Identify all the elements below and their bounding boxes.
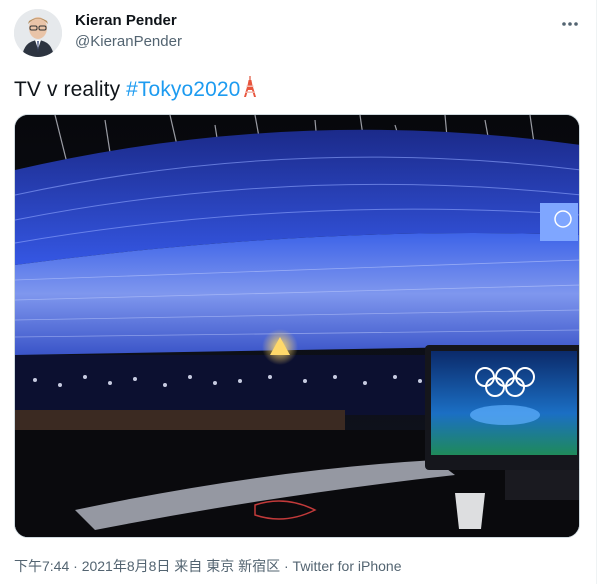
tweet-text: TV v reality #Tokyo2020 [14, 76, 258, 104]
tweet-media-photo[interactable] [14, 114, 580, 538]
stadium-photo [15, 115, 579, 537]
meta-separator: · [69, 558, 82, 574]
tweet-date-location[interactable]: 2021年8月8日 来自 東京 新宿区 [82, 558, 280, 574]
meta-separator: · [280, 558, 293, 574]
tweet-card: Kieran Pender @KieranPender TV v reality… [0, 0, 597, 584]
hashtag-link[interactable]: #Tokyo2020 [126, 78, 240, 101]
tweet-text-body: TV v reality [14, 78, 127, 101]
tweet-source[interactable]: Twitter for iPhone [293, 558, 402, 574]
avatar[interactable] [14, 9, 62, 57]
author-handle[interactable]: @KieranPender [75, 33, 182, 50]
more-dots-icon[interactable] [556, 10, 584, 38]
tweet-meta: 下午7:44 · 2021年8月8日 来自 東京 新宿区 · Twitter f… [14, 556, 401, 576]
tokyo-tower-emoji-icon [242, 76, 258, 104]
author-name[interactable]: Kieran Pender [75, 12, 177, 29]
tweet-time[interactable]: 下午7:44 [14, 558, 69, 574]
avatar-photo [14, 9, 62, 57]
